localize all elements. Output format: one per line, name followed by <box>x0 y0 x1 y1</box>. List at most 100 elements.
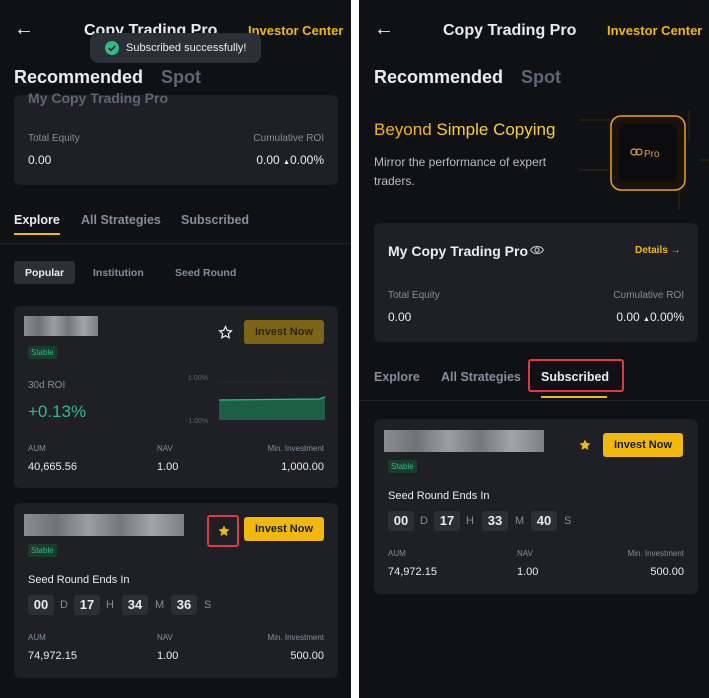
countdown-days-unit: D <box>420 515 428 527</box>
chart-bottom-label: -1.00% <box>186 418 209 425</box>
banner-body: Mirror the performance of expert traders… <box>374 155 547 188</box>
countdown-days-unit: D <box>60 599 68 611</box>
countdown-hours-unit: H <box>466 515 474 527</box>
strategy-card[interactable]: Stable Invest Now 30d ROI +0.13% 1.00% -… <box>14 306 338 488</box>
star-filled-icon[interactable] <box>217 524 231 538</box>
right-screen: ← Copy Trading Pro Investor Center Recom… <box>359 0 709 698</box>
divider <box>359 400 709 401</box>
pro-badge-text: Pro <box>644 149 660 160</box>
countdown-minutes-unit: M <box>155 599 165 611</box>
eye-icon[interactable] <box>530 244 544 256</box>
redacted-strategy-name <box>24 316 98 336</box>
filter-popular[interactable]: Popular <box>14 261 75 284</box>
nav-value: 1.00 <box>517 566 539 578</box>
back-arrow-icon[interactable]: ← <box>14 18 34 41</box>
total-equity-value: 0.00 <box>28 153 52 167</box>
countdown-seconds: 36 <box>171 595 197 615</box>
aum-value: 74,972.15 <box>28 650 77 662</box>
active-tab-underline <box>14 233 60 235</box>
min-investment-label: Min. Investment <box>267 633 324 642</box>
roi-value: +0.13% <box>28 402 87 421</box>
subtab-explore[interactable]: Explore <box>14 213 60 227</box>
aum-label: AUM <box>28 444 46 453</box>
total-equity-label: Total Equity <box>28 133 80 144</box>
active-tab-underline <box>541 396 607 398</box>
check-circle-icon <box>105 41 119 55</box>
min-investment-value: 1,000.00 <box>281 461 324 473</box>
divider <box>0 243 351 244</box>
redacted-strategy-name <box>384 430 544 452</box>
total-equity-label: Total Equity <box>388 290 440 301</box>
stable-badge: Stable <box>28 544 57 557</box>
filter-popular-label: Popular <box>25 267 65 279</box>
countdown-days: 00 <box>28 595 54 615</box>
nav-label: NAV <box>157 444 173 453</box>
summary-card-title: My Copy Trading Pro <box>388 243 529 259</box>
summary-card-title: My Copy Trading Pro <box>28 90 169 106</box>
countdown-hours: 17 <box>434 511 460 531</box>
aum-label: AUM <box>388 549 406 558</box>
min-investment-label: Min. Investment <box>627 549 684 558</box>
tab-spot[interactable]: Spot <box>161 67 201 88</box>
cumulative-roi-value: 0.00 ▲0.00% <box>616 310 684 324</box>
countdown-minutes-unit: M <box>515 515 525 527</box>
aum-label: AUM <box>28 633 46 642</box>
nav-value: 1.00 <box>157 650 179 662</box>
seed-round-label: Seed Round Ends In <box>28 574 130 586</box>
triangle-up-icon: ▲ <box>283 159 290 166</box>
left-screen: ← Copy Trading Pro Investor Center Subsc… <box>0 0 351 698</box>
filter-seed-round[interactable]: Seed Round <box>175 267 236 279</box>
tab-recommended[interactable]: Recommended <box>374 67 503 88</box>
summary-card: My Copy Trading Pro Details → Total Equi… <box>374 223 698 342</box>
cumulative-roi-value: 0.00 ▲0.00% <box>256 153 324 167</box>
triangle-up-icon: ▲ <box>643 316 650 323</box>
subtab-all-strategies[interactable]: All Strategies <box>441 370 521 384</box>
roi-sparkline <box>219 381 325 421</box>
min-investment-label: Min. Investment <box>267 444 324 453</box>
countdown-minutes: 33 <box>482 511 508 531</box>
countdown-hours-unit: H <box>106 599 114 611</box>
chart-top-label: 1.00% <box>188 375 208 382</box>
countdown-minutes: 34 <box>122 595 148 615</box>
back-arrow-icon[interactable]: ← <box>374 18 394 41</box>
tab-spot[interactable]: Spot <box>521 67 561 88</box>
stable-badge: Stable <box>388 460 417 473</box>
cumulative-roi-label: Cumulative ROI <box>253 133 324 144</box>
tab-recommended[interactable]: Recommended <box>14 67 143 88</box>
nav-label: NAV <box>517 549 533 558</box>
banner-headline: Beyond Simple Copying <box>374 120 556 139</box>
roi-label: 30d ROI <box>28 380 66 391</box>
invest-now-button[interactable]: Invest Now <box>244 517 324 541</box>
investor-center-link[interactable]: Investor Center <box>248 23 343 38</box>
success-toast: Subscribed successfully! <box>90 33 261 63</box>
star-outline-icon[interactable] <box>218 325 233 340</box>
countdown-hours: 17 <box>74 595 100 615</box>
aum-value: 74,972.15 <box>388 566 437 578</box>
highlight-box <box>528 359 624 392</box>
subtab-explore[interactable]: Explore <box>374 370 420 384</box>
redacted-strategy-name <box>24 514 184 536</box>
toast-text: Subscribed successfully! <box>126 42 247 54</box>
invest-now-button[interactable]: Invest Now <box>603 433 683 457</box>
countdown-seconds: 40 <box>531 511 557 531</box>
countdown-seconds-unit: S <box>204 599 212 611</box>
min-investment-value: 500.00 <box>650 566 684 578</box>
invest-now-button[interactable]: Invest Now <box>244 320 324 344</box>
strategy-card[interactable]: Stable Invest Now Seed Round Ends In 00 … <box>14 503 338 678</box>
nav-value: 1.00 <box>157 461 179 473</box>
nav-label: NAV <box>157 633 173 642</box>
min-investment-value: 500.00 <box>290 650 324 662</box>
countdown-seconds-unit: S <box>564 515 572 527</box>
subtab-all-strategies[interactable]: All Strategies <box>81 213 161 227</box>
investor-center-link[interactable]: Investor Center <box>607 23 702 38</box>
filter-institution[interactable]: Institution <box>93 267 144 279</box>
seed-round-label: Seed Round Ends In <box>388 490 490 502</box>
star-filled-icon[interactable] <box>578 438 592 452</box>
countdown-days: 00 <box>388 511 414 531</box>
aum-value: 40,665.56 <box>28 461 77 473</box>
details-link[interactable]: Details → <box>635 245 681 256</box>
stable-badge: Stable <box>28 346 57 359</box>
total-equity-value: 0.00 <box>388 310 412 324</box>
strategy-card[interactable]: Stable Invest Now Seed Round Ends In 00 … <box>374 419 698 594</box>
subtab-subscribed[interactable]: Subscribed <box>181 213 249 227</box>
